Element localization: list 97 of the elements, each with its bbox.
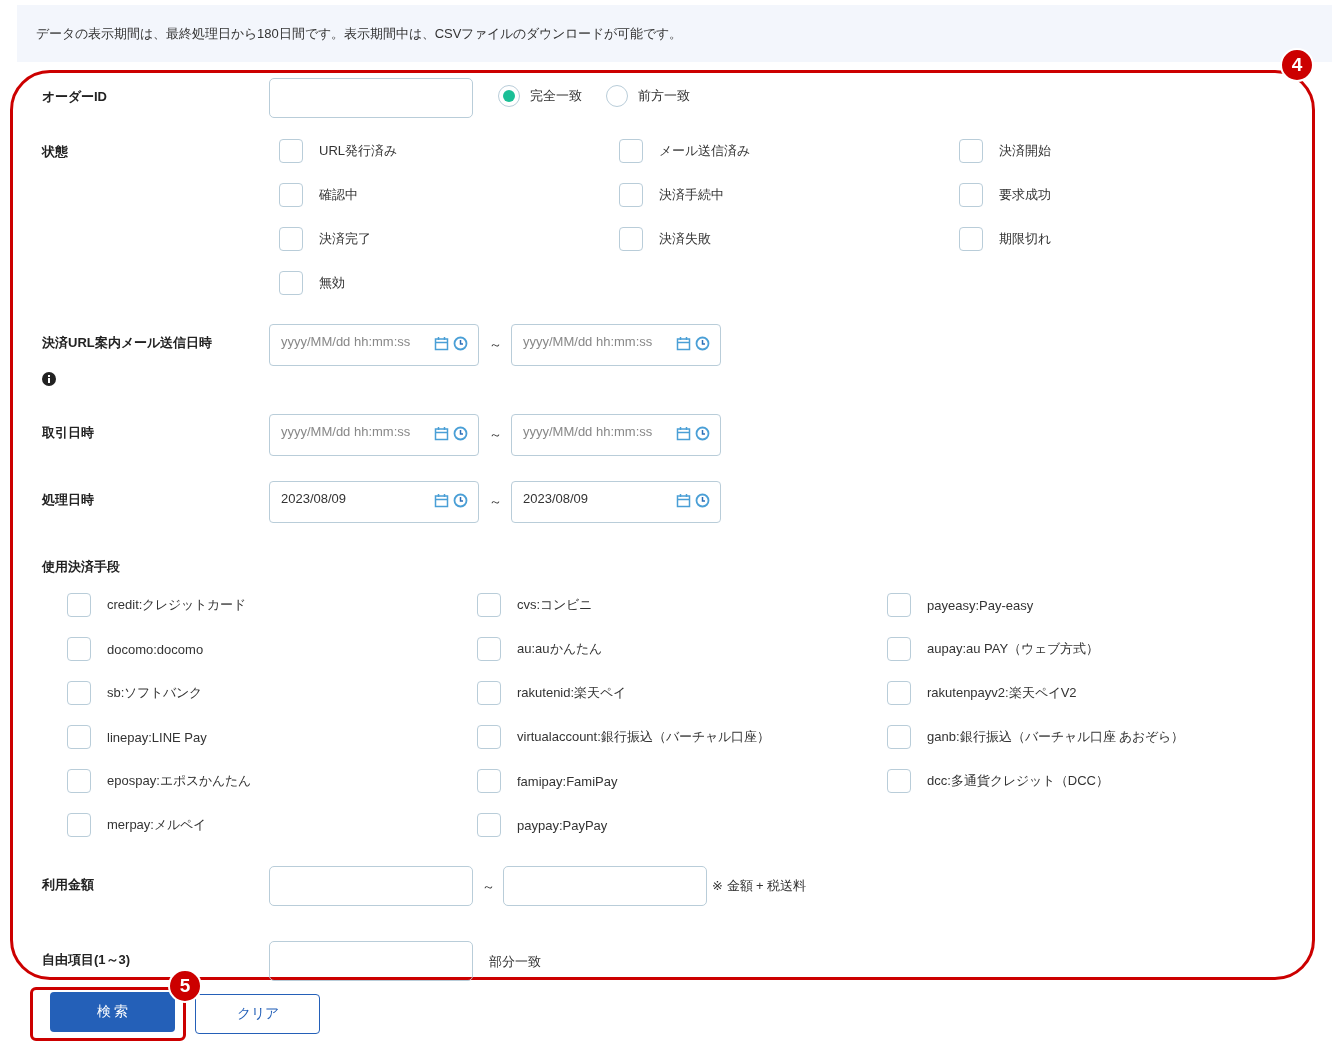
date-field[interactable]: yyyy/MM/dd hh:mm:ss bbox=[511, 414, 721, 456]
checkbox-label: credit:クレジットカード bbox=[107, 596, 247, 614]
field-label: 状態 bbox=[42, 143, 68, 161]
checkbox[interactable] bbox=[67, 813, 91, 837]
checkbox-label: 期限切れ bbox=[999, 230, 1051, 248]
field-label: 使用決済手段 bbox=[42, 559, 120, 574]
checkbox[interactable] bbox=[279, 227, 303, 251]
date-field[interactable]: 2023/08/09 bbox=[269, 481, 479, 523]
clock-icon bbox=[453, 493, 468, 508]
callout-badge: 5 bbox=[168, 969, 202, 1003]
checkbox-label: ganb:銀行振込（バーチャル口座 あおぞら） bbox=[927, 728, 1185, 746]
range-separator: ～ bbox=[480, 878, 496, 896]
amount-field[interactable] bbox=[269, 866, 473, 906]
checkbox-label: linepay:LINE Pay bbox=[107, 729, 207, 745]
field-label: 利用金額 bbox=[42, 876, 94, 894]
checkbox-label: cvs:コンビニ bbox=[517, 596, 593, 614]
checkbox-label: 要求成功 bbox=[999, 186, 1051, 204]
clock-icon bbox=[453, 336, 468, 351]
search-button[interactable]: 検 索 bbox=[50, 992, 175, 1032]
checkbox-label: 無効 bbox=[319, 274, 345, 292]
checkbox[interactable] bbox=[477, 681, 501, 705]
checkbox-label: payeasy:Pay-easy bbox=[927, 597, 1034, 613]
note-text: ※ 金額 + 税送料 bbox=[712, 877, 807, 895]
field-label: 決済URL案内メール送信日時 bbox=[42, 334, 212, 352]
checkbox[interactable] bbox=[477, 593, 501, 617]
checkbox[interactable] bbox=[959, 139, 983, 163]
checkbox-label: famipay:FamiPay bbox=[517, 773, 618, 789]
checkbox-label: 決済失敗 bbox=[659, 230, 711, 248]
checkbox-label: 確認中 bbox=[319, 186, 358, 204]
date-field[interactable]: 2023/08/09 bbox=[511, 481, 721, 523]
checkbox-label: メール送信済み bbox=[659, 142, 750, 160]
date-field[interactable]: yyyy/MM/dd hh:mm:ss bbox=[269, 324, 479, 366]
checkbox[interactable] bbox=[279, 183, 303, 207]
checkbox-label: aupay:au PAY（ウェブ方式） bbox=[927, 640, 1100, 658]
calendar-icon bbox=[676, 336, 691, 351]
calendar-icon bbox=[434, 426, 449, 441]
date-field[interactable]: yyyy/MM/dd hh:mm:ss bbox=[511, 324, 721, 366]
checkbox-label: rakutenpayv2:楽天ペイV2 bbox=[927, 684, 1077, 702]
checkbox[interactable] bbox=[67, 593, 91, 617]
checkbox-label: merpay:メルペイ bbox=[107, 816, 206, 834]
checkbox[interactable] bbox=[887, 725, 911, 749]
checkbox[interactable] bbox=[67, 681, 91, 705]
clock-icon bbox=[695, 493, 710, 508]
calendar-icon bbox=[676, 493, 691, 508]
radio-label: 前方一致 bbox=[638, 87, 690, 105]
checkbox-label: 決済完了 bbox=[319, 230, 371, 248]
radio-button[interactable] bbox=[498, 85, 520, 107]
field-label: オーダーID bbox=[42, 88, 107, 106]
calendar-icon bbox=[434, 336, 449, 351]
checkbox-label: au:auかんたん bbox=[517, 640, 602, 658]
clear-button[interactable]: クリア bbox=[195, 994, 320, 1034]
checkbox[interactable] bbox=[477, 637, 501, 661]
range-separator: ～ bbox=[487, 426, 503, 444]
checkbox[interactable] bbox=[279, 271, 303, 295]
checkbox[interactable] bbox=[619, 139, 643, 163]
checkbox[interactable] bbox=[477, 813, 501, 837]
checkbox-label: dcc:多通貨クレジット（DCC） bbox=[927, 772, 1109, 790]
date-field[interactable]: yyyy/MM/dd hh:mm:ss bbox=[269, 414, 479, 456]
order-id-field[interactable] bbox=[269, 78, 473, 118]
field-label: 自由項目(1～3) bbox=[42, 951, 131, 969]
checkbox[interactable] bbox=[67, 725, 91, 749]
checkbox[interactable] bbox=[67, 637, 91, 661]
checkbox[interactable] bbox=[477, 725, 501, 749]
calendar-icon bbox=[676, 426, 691, 441]
checkbox-label: sb:ソフトバンク bbox=[107, 684, 203, 702]
checkbox-label: rakutenid:楽天ペイ bbox=[517, 684, 627, 702]
free-item-field[interactable] bbox=[269, 941, 473, 981]
checkbox[interactable] bbox=[67, 769, 91, 793]
checkbox[interactable] bbox=[887, 637, 911, 661]
checkbox-label: 決済手続中 bbox=[659, 186, 724, 204]
checkbox-label: epospay:エポスかんたん bbox=[107, 772, 251, 790]
checkbox[interactable] bbox=[279, 139, 303, 163]
range-separator: ～ bbox=[487, 336, 503, 354]
checkbox[interactable] bbox=[887, 769, 911, 793]
note-text: 部分一致 bbox=[489, 953, 541, 971]
checkbox-label: virtualaccount:銀行振込（バーチャル口座） bbox=[517, 728, 770, 746]
checkbox-label: 決済開始 bbox=[999, 142, 1051, 160]
clock-icon bbox=[695, 336, 710, 351]
checkbox[interactable] bbox=[887, 593, 911, 617]
radio-label: 完全一致 bbox=[530, 87, 582, 105]
checkbox[interactable] bbox=[959, 183, 983, 207]
clock-icon bbox=[695, 426, 710, 441]
calendar-icon bbox=[434, 493, 449, 508]
radio-button[interactable] bbox=[606, 85, 628, 107]
checkbox[interactable] bbox=[959, 227, 983, 251]
checkbox[interactable] bbox=[619, 183, 643, 207]
checkbox-label: URL発行済み bbox=[319, 142, 397, 160]
checkbox[interactable] bbox=[887, 681, 911, 705]
amount-field[interactable] bbox=[503, 866, 707, 906]
checkbox[interactable] bbox=[477, 769, 501, 793]
checkbox-label: docomo:docomo bbox=[107, 641, 204, 657]
field-label: 取引日時 bbox=[42, 424, 94, 442]
checkbox-label: paypay:PayPay bbox=[517, 817, 608, 833]
field-label: 処理日時 bbox=[42, 491, 94, 509]
range-separator: ～ bbox=[487, 493, 503, 511]
checkbox[interactable] bbox=[619, 227, 643, 251]
clock-icon bbox=[453, 426, 468, 441]
